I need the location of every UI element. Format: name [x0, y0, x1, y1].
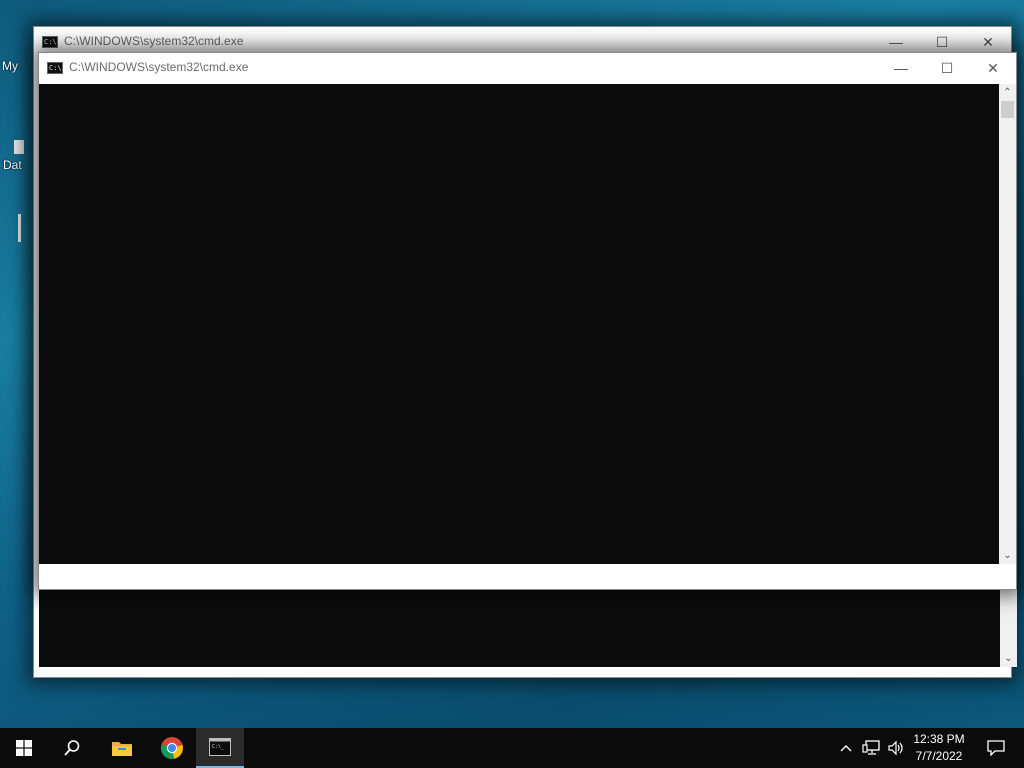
desktop-icon-label-dat[interactable]: Dat — [3, 158, 22, 172]
cmd-taskbar-button[interactable]: C:\_ — [196, 728, 244, 768]
clock-date: 7/7/2022 — [915, 749, 963, 763]
chrome-icon — [160, 737, 183, 759]
back-window-title: C:\WINDOWS\system32\cmd.exe — [64, 34, 244, 48]
cmd-icon: C:\_ — [209, 738, 231, 756]
front-console-scrollbar[interactable]: ⌃ ⌄ — [999, 84, 1016, 564]
search-button[interactable] — [48, 728, 96, 768]
windows-logo-icon — [16, 740, 32, 756]
scrollbar-thumb[interactable] — [1001, 101, 1014, 118]
start-button[interactable] — [0, 728, 48, 768]
front-window-title: C:\WINDOWS\system32\cmd.exe — [69, 60, 249, 74]
clock-time: 12:38 PM — [913, 732, 965, 746]
taskbar: C:\_ 12:38 PM 7/7/2022 — [0, 728, 1024, 768]
front-maximize-button[interactable]: ☐ — [924, 53, 970, 83]
back-scroll-down-icon[interactable]: ⌄ — [1000, 650, 1017, 667]
show-hidden-icons-button[interactable] — [834, 728, 858, 768]
svg-text:C:\_: C:\_ — [212, 744, 225, 750]
desktop-icon-label-my[interactable]: My — [2, 59, 18, 73]
front-console-area[interactable] — [39, 84, 999, 564]
cmd-app-icon — [47, 62, 63, 74]
cmd-app-icon — [42, 36, 58, 48]
file-explorer-button[interactable] — [98, 728, 146, 768]
desktop-icon-dat-icon[interactable] — [14, 140, 24, 154]
front-close-button[interactable]: ✕ — [970, 53, 1016, 83]
desktop-icon-fragment — [18, 214, 21, 242]
scroll-down-icon[interactable]: ⌄ — [999, 547, 1016, 564]
chevron-up-icon — [840, 745, 852, 752]
search-icon — [64, 740, 80, 756]
file-explorer-icon — [112, 742, 132, 756]
clock[interactable]: 12:38 PM 7/7/2022 — [910, 728, 968, 768]
front-window-titlebar[interactable]: C:\WINDOWS\system32\cmd.exe — ☐ ✕ — [39, 53, 1016, 83]
back-console-scrollbar[interactable]: ⌄ — [1000, 590, 1017, 667]
volume-button[interactable] — [884, 728, 908, 768]
network-icon — [862, 740, 880, 755]
scroll-up-icon[interactable]: ⌃ — [999, 84, 1016, 101]
chrome-button[interactable] — [148, 728, 196, 768]
speaker-icon — [888, 740, 903, 756]
front-cmd-window[interactable]: C:\WINDOWS\system32\cmd.exe — ☐ ✕ ⌃ ⌄ — [38, 52, 1017, 590]
front-minimize-button[interactable]: — — [878, 53, 924, 83]
back-console-area[interactable] — [39, 590, 1000, 667]
network-button[interactable] — [858, 728, 884, 768]
notification-icon — [987, 740, 1005, 756]
action-center-button[interactable] — [976, 728, 1016, 768]
